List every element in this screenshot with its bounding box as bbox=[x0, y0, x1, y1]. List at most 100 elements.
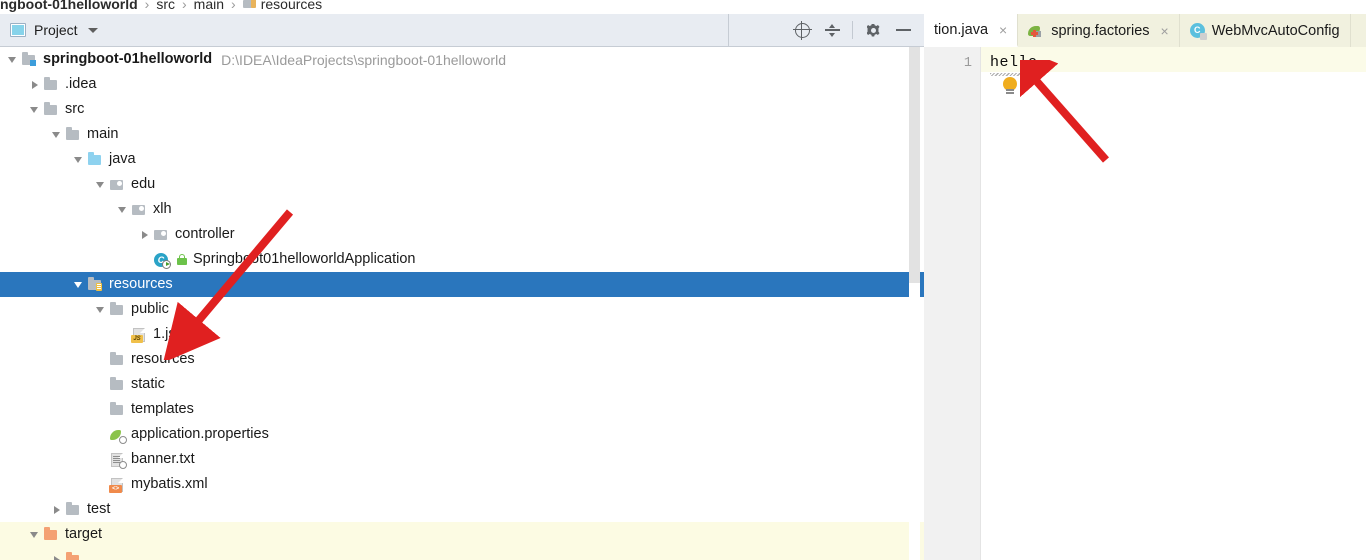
tree-row[interactable] bbox=[0, 547, 924, 560]
toolbar-divider bbox=[852, 21, 853, 39]
editor-tab-spring-factories[interactable]: spring.factories × bbox=[1018, 14, 1180, 47]
project-tree[interactable]: springboot-01helloworld D:\IDEA\IdeaProje… bbox=[0, 47, 924, 560]
scrollbar-thumb[interactable] bbox=[909, 47, 920, 283]
chevron-down-icon[interactable] bbox=[94, 303, 107, 316]
select-opened-file-button[interactable] bbox=[787, 15, 817, 45]
tree-row-1-js[interactable]: JS 1.js bbox=[0, 322, 924, 347]
java-class-icon: C bbox=[1189, 23, 1207, 40]
project-tree-scrollbar[interactable] bbox=[909, 47, 920, 560]
tree-row-label: edu bbox=[131, 176, 156, 193]
tree-row-label: main bbox=[87, 126, 119, 143]
chevron-right-icon[interactable] bbox=[28, 78, 41, 91]
tree-row-label: target bbox=[65, 526, 103, 543]
settings-button[interactable] bbox=[858, 15, 888, 45]
xml-file-icon: <> bbox=[109, 477, 126, 493]
breadcrumb-item-main[interactable]: main bbox=[194, 0, 224, 12]
chevron-down-icon[interactable] bbox=[87, 27, 98, 33]
package-icon bbox=[109, 177, 126, 193]
editor-gutter[interactable]: 1 bbox=[924, 47, 981, 560]
chevron-right-icon[interactable] bbox=[50, 553, 63, 560]
chevron-down-icon[interactable] bbox=[72, 153, 85, 166]
text-file-icon bbox=[109, 452, 127, 469]
chevron-down-icon[interactable] bbox=[28, 528, 41, 541]
editor-tab-bar[interactable]: tion.java × spring.factories × C WebMvcAutoCo… bbox=[924, 14, 1366, 48]
chevron-down-icon[interactable] bbox=[6, 53, 19, 66]
target-icon bbox=[792, 20, 812, 40]
collapse-all-button[interactable] bbox=[817, 15, 847, 45]
tree-row-xlh[interactable]: xlh bbox=[0, 197, 924, 222]
tree-row-label: controller bbox=[175, 226, 235, 243]
tree-row-label: mybatis.xml bbox=[131, 476, 208, 493]
chevron-right-icon[interactable] bbox=[50, 503, 63, 516]
editor-tab-label: spring.factories bbox=[1051, 22, 1150, 39]
breadcrumb-separator: › bbox=[144, 0, 150, 12]
tree-row-public[interactable]: public bbox=[0, 297, 924, 322]
breadcrumb-item-resources[interactable]: resources bbox=[242, 0, 323, 12]
tree-row-resources[interactable]: resources bbox=[0, 272, 924, 297]
tree-row--idea[interactable]: .idea bbox=[0, 72, 924, 97]
tree-row-springboot01helloworldapplication[interactable]: C Springboot01helloworldApplication bbox=[0, 247, 924, 272]
breadcrumb-resources-label: resources bbox=[260, 0, 323, 12]
tree-row-label: test bbox=[87, 501, 111, 518]
folder-icon bbox=[43, 102, 60, 118]
tree-row-label: templates bbox=[131, 401, 194, 418]
editor-area[interactable]: 1 hello bbox=[924, 47, 1366, 560]
hide-tool-window-button[interactable] bbox=[888, 15, 918, 45]
tree-row-mybatis-xml[interactable]: <> mybatis.xml bbox=[0, 472, 924, 497]
tree-row-springboot-01helloworld[interactable]: springboot-01helloworld D:\IDEA\IdeaProje… bbox=[0, 47, 924, 72]
tree-row-java[interactable]: java bbox=[0, 147, 924, 172]
breadcrumb-item-module[interactable]: ngboot-01helloworld bbox=[0, 0, 138, 12]
project-tool-window: Project springboot-01helloworld D:\IDEA\… bbox=[0, 14, 924, 560]
project-tool-window-actions bbox=[729, 15, 924, 45]
close-icon[interactable]: × bbox=[999, 22, 1007, 38]
close-icon[interactable]: × bbox=[1161, 23, 1169, 39]
tree-row-test[interactable]: test bbox=[0, 497, 924, 522]
lock-icon bbox=[175, 252, 189, 267]
breadcrumb-module-label: ngboot-01helloworld bbox=[0, 0, 138, 12]
tree-row-label: resources bbox=[109, 276, 173, 293]
chevron-down-icon[interactable] bbox=[28, 103, 41, 116]
tree-row-banner-txt[interactable]: banner.txt bbox=[0, 447, 924, 472]
tree-row-static[interactable]: static bbox=[0, 372, 924, 397]
tree-row-label: static bbox=[131, 376, 165, 393]
lightbulb-icon[interactable] bbox=[1002, 77, 1018, 95]
editor-tab-tion-java[interactable]: tion.java × bbox=[924, 14, 1019, 47]
tree-row-templates[interactable]: templates bbox=[0, 397, 924, 422]
tree-row-label: xlh bbox=[153, 201, 172, 218]
chevron-right-icon[interactable] bbox=[138, 228, 151, 241]
tree-row-application-properties[interactable]: application.properties bbox=[0, 422, 924, 447]
properties-file-icon bbox=[109, 427, 127, 444]
folder-icon bbox=[109, 302, 126, 318]
tree-row-src[interactable]: src bbox=[0, 97, 924, 122]
tree-row-label: public bbox=[131, 301, 169, 318]
gear-icon bbox=[866, 23, 881, 38]
tree-row-controller[interactable]: controller bbox=[0, 222, 924, 247]
tree-row-label: .idea bbox=[65, 76, 97, 93]
tree-row-main[interactable]: main bbox=[0, 122, 924, 147]
source-folder-icon bbox=[87, 152, 104, 168]
breadcrumb-item-src[interactable]: src bbox=[156, 0, 175, 12]
tree-row-target[interactable]: target bbox=[0, 522, 924, 547]
editor-tab-webmvcautoconfig[interactable]: C WebMvcAutoConfig bbox=[1180, 14, 1351, 47]
tool-window-title: Project bbox=[34, 22, 78, 38]
folder-icon bbox=[109, 377, 126, 393]
project-view-selector[interactable]: Project bbox=[0, 22, 728, 38]
chevron-down-icon[interactable] bbox=[116, 203, 129, 216]
folder-icon bbox=[43, 77, 60, 93]
project-view-icon bbox=[10, 23, 26, 37]
chevron-down-icon[interactable] bbox=[72, 278, 85, 291]
breadcrumb[interactable]: ngboot-01helloworld › src › main › resou… bbox=[0, 0, 322, 14]
tree-row-edu[interactable]: edu bbox=[0, 172, 924, 197]
code-line-1[interactable]: hello bbox=[990, 54, 1038, 71]
chevron-down-icon[interactable] bbox=[50, 128, 63, 141]
breadcrumb-separator: › bbox=[182, 0, 187, 12]
package-icon bbox=[131, 202, 148, 218]
folder-icon bbox=[109, 352, 126, 368]
chevron-down-icon[interactable] bbox=[94, 178, 107, 191]
tree-row-resources[interactable]: resources bbox=[0, 347, 924, 372]
